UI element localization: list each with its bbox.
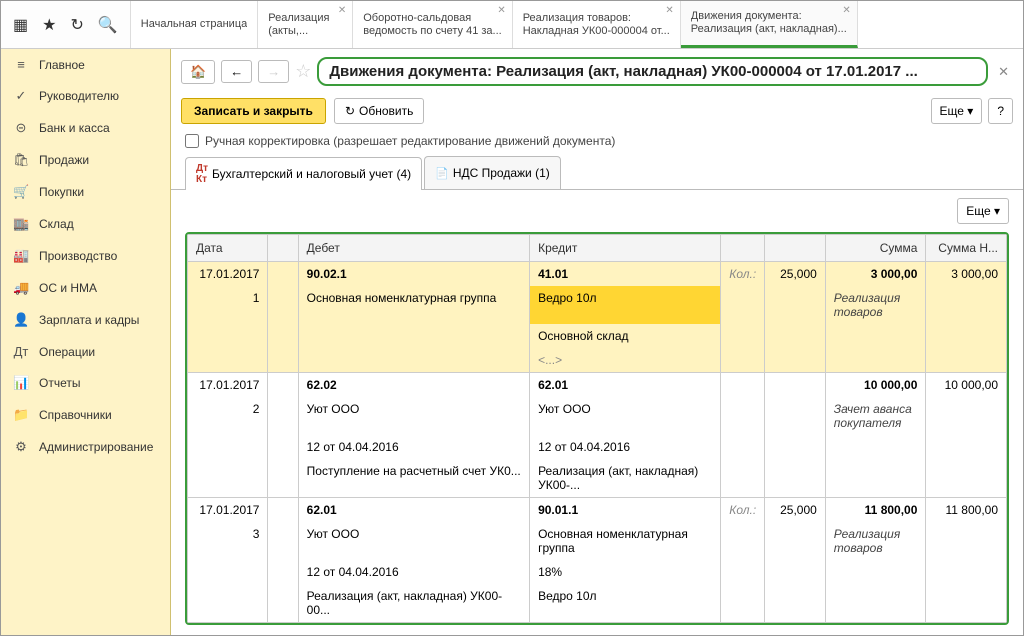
col-credit[interactable]: Кредит bbox=[530, 235, 721, 262]
help-button[interactable]: ? bbox=[988, 98, 1013, 124]
sidebar-item[interactable]: 👤Зарплата и кадры bbox=[1, 304, 170, 336]
dt-kt-icon: ДтКт bbox=[196, 163, 208, 185]
favorite-icon[interactable]: ☆ bbox=[295, 61, 311, 82]
tab-vat-sales[interactable]: 📄НДС Продажи (1) bbox=[424, 156, 561, 189]
tab-close-icon[interactable]: ✕ bbox=[338, 5, 346, 16]
movements-table[interactable]: Дата Дебет Кредит Сумма Сумма Н... 17.01… bbox=[187, 234, 1007, 625]
sidebar-icon: 📁 bbox=[13, 407, 29, 423]
home-button[interactable]: 🏠 bbox=[181, 60, 215, 84]
sidebar-item[interactable]: ⊝Банк и касса bbox=[1, 112, 170, 144]
col-sum[interactable]: Сумма bbox=[825, 235, 926, 262]
sidebar-icon: Дт bbox=[13, 344, 29, 359]
more-button[interactable]: Еще ▾ bbox=[931, 98, 983, 124]
save-close-button[interactable]: Записать и закрыть bbox=[181, 98, 326, 124]
document-icon: 📄 bbox=[435, 167, 449, 180]
refresh-button[interactable]: ↻Обновить bbox=[334, 98, 424, 124]
sidebar-icon: 👤 bbox=[13, 312, 29, 328]
search-icon[interactable]: 🔍 bbox=[98, 15, 118, 35]
tab-close-icon[interactable]: ✕ bbox=[497, 5, 505, 16]
sidebar-icon: 🏬 bbox=[13, 216, 29, 232]
sidebar-icon: ⊝ bbox=[13, 120, 29, 136]
sidebar-item[interactable]: 📁Справочники bbox=[1, 399, 170, 431]
refresh-icon: ↻ bbox=[345, 104, 355, 118]
tab-close-icon[interactable]: ✕ bbox=[842, 5, 850, 16]
manual-edit-label: Ручная корректировка (разрешает редактир… bbox=[205, 134, 615, 148]
sidebar-icon: ✓ bbox=[13, 88, 29, 104]
sidebar-icon: 🏭 bbox=[13, 248, 29, 264]
sidebar-icon: 🛒 bbox=[13, 184, 29, 200]
apps-icon[interactable]: ▦ bbox=[13, 15, 28, 35]
top-tab[interactable]: ✕Реализация(акты,... bbox=[258, 1, 353, 48]
top-tab[interactable]: ✕Реализация товаров:Накладная УК00-00000… bbox=[513, 1, 681, 48]
top-tab[interactable]: ✕Оборотно-сальдоваяведомость по счету 41… bbox=[353, 1, 512, 48]
sidebar-item[interactable]: 🛍Продажи bbox=[1, 144, 170, 176]
tab-close-icon[interactable]: ✕ bbox=[665, 5, 673, 16]
top-tab[interactable]: Начальная страница bbox=[131, 1, 258, 48]
sidebar-item[interactable]: 🚚ОС и НМА bbox=[1, 272, 170, 304]
sidebar-item[interactable]: ДтОперации bbox=[1, 336, 170, 367]
sidebar-item[interactable]: 📊Отчеты bbox=[1, 367, 170, 399]
sidebar-item[interactable]: 🛒Покупки bbox=[1, 176, 170, 208]
sidebar-item[interactable]: 🏬Склад bbox=[1, 208, 170, 240]
page-title: Движения документа: Реализация (акт, нак… bbox=[317, 57, 988, 86]
col-sum2[interactable]: Сумма Н... bbox=[926, 235, 1007, 262]
star-icon[interactable]: ★ bbox=[42, 15, 56, 35]
sidebar-icon: 🛍 bbox=[13, 152, 29, 168]
manual-edit-checkbox[interactable] bbox=[185, 134, 199, 148]
history-icon[interactable]: ↻ bbox=[70, 15, 83, 35]
tab-accounting[interactable]: ДтКтБухгалтерский и налоговый учет (4) bbox=[185, 157, 422, 190]
col-date[interactable]: Дата bbox=[188, 235, 268, 262]
close-icon[interactable]: ✕ bbox=[994, 64, 1013, 80]
sidebar-icon: 📊 bbox=[13, 375, 29, 391]
sidebar-item[interactable]: 🏭Производство bbox=[1, 240, 170, 272]
sidebar-icon: 🚚 bbox=[13, 280, 29, 296]
sidebar-icon: ⚙ bbox=[13, 439, 29, 455]
sidebar-icon: ≡ bbox=[13, 57, 29, 72]
sidebar-item[interactable]: ≡Главное bbox=[1, 49, 170, 80]
col-debet[interactable]: Дебет bbox=[298, 235, 529, 262]
grid-more-button[interactable]: Еще ▾ bbox=[957, 198, 1009, 224]
forward-button[interactable]: → bbox=[258, 60, 289, 83]
top-tab[interactable]: ✕Движения документа:Реализация (акт, нак… bbox=[681, 1, 858, 48]
back-button[interactable]: ← bbox=[221, 60, 252, 83]
sidebar-item[interactable]: ⚙Администрирование bbox=[1, 431, 170, 463]
sidebar-item[interactable]: ✓Руководителю bbox=[1, 80, 170, 112]
